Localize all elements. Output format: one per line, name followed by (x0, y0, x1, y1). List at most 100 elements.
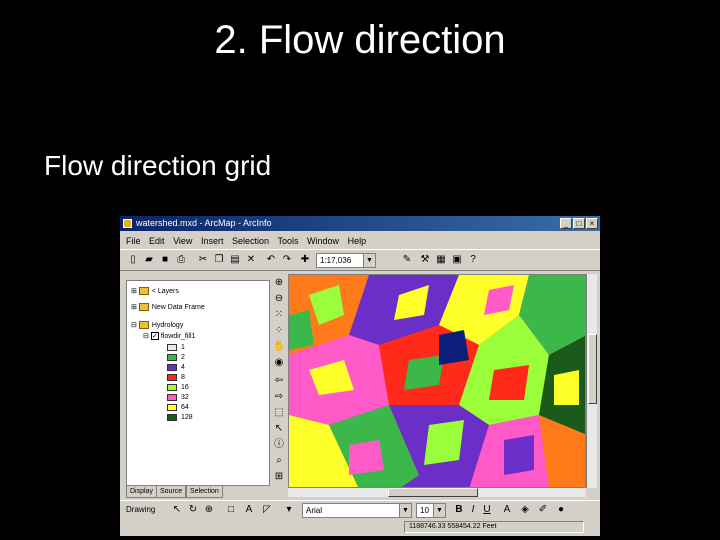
fill-color-icon[interactable]: ◈ (518, 503, 532, 517)
toc-item-flowdir[interactable]: ⊟ ✓ flowdir_fill1 (143, 332, 195, 342)
find-icon[interactable]: ⌕ (272, 454, 286, 468)
save-icon[interactable]: ■ (158, 253, 172, 267)
legend-item: 128 (167, 413, 193, 423)
flow-direction-map[interactable] (288, 274, 586, 488)
layer-visibility-checkbox[interactable]: ✓ (150, 332, 159, 341)
font-name-value: Arial (306, 506, 323, 515)
legend-item: 8 (167, 373, 185, 383)
slide-subtitle: Flow direction grid (44, 150, 272, 181)
arcmap-window: watershed.mxd - ArcMap - ArcInfo _ □ × F… (120, 216, 600, 536)
toc-item-layers[interactable]: ⊞ < Layers (131, 287, 179, 297)
chevron-down-icon[interactable]: ▼ (399, 504, 411, 517)
underline-icon[interactable]: U (480, 503, 494, 517)
undo-icon[interactable]: ↶ (264, 253, 278, 267)
minimize-button[interactable]: _ (560, 218, 572, 229)
legend-item: 4 (167, 363, 185, 373)
delete-icon[interactable]: ✕ (244, 253, 258, 267)
forward-extent-icon[interactable]: ⇨ (272, 390, 286, 404)
menu-bar: File Edit View Insert Selection Tools Wi… (120, 234, 600, 248)
menu-selection[interactable]: Selection (232, 236, 269, 246)
line-color-icon[interactable]: ✐ (536, 503, 550, 517)
zoom-out-icon[interactable]: ⊖ (272, 292, 286, 306)
close-button[interactable]: × (586, 218, 598, 229)
tab-display[interactable]: Display (126, 486, 157, 498)
slide-title: 2. Flow direction (214, 18, 506, 62)
legend-swatch (167, 363, 177, 371)
menu-tools[interactable]: Tools (278, 236, 299, 246)
italic-icon[interactable]: I (466, 503, 480, 517)
standard-toolbar: ▯ ▰ ■ ⎙ ✂ ❐ ▤ ✕ ↶ ↷ ✚ 1:17,036 ▼ ✎ ⚒ ▦ ▣… (120, 249, 600, 271)
menu-file[interactable]: File (126, 236, 141, 246)
identify-icon[interactable]: ⓘ (272, 438, 286, 452)
paste-icon[interactable]: ▤ (228, 253, 242, 267)
font-size-combo[interactable]: 10 ▼ (416, 503, 446, 518)
toc-item-hydrology[interactable]: ⊟ Hydrology (131, 321, 183, 331)
copy-icon[interactable]: ❐ (212, 253, 226, 267)
open-folder-icon[interactable]: ▰ (142, 253, 156, 267)
select-features-icon[interactable]: ⬚ (272, 406, 286, 420)
fixed-zoom-out-icon[interactable]: ⁘ (272, 324, 286, 338)
table-of-contents: ⊞ < Layers ⊞ New Data Frame ⊟ Hydrology … (126, 280, 270, 486)
rotate-icon[interactable]: ↻ (186, 503, 200, 517)
menu-edit[interactable]: Edit (149, 236, 165, 246)
tools-toolbar: ⊕ ⊖ ⁙ ⁘ ✋ ◉ ⇦ ⇨ ⬚ ↖ ⓘ ⌕ ⊞ (272, 274, 286, 494)
legend-swatch (167, 373, 177, 381)
new-document-icon[interactable]: ▯ (126, 253, 140, 267)
marker-color-icon[interactable]: ● (554, 503, 568, 517)
help-icon[interactable]: ? (466, 253, 480, 267)
horizontal-scroll-thumb[interactable] (388, 488, 478, 497)
flow-direction-raster (289, 275, 585, 487)
chevron-down-icon[interactable]: ▼ (433, 504, 445, 517)
layer-folder-icon (138, 303, 149, 312)
cut-icon[interactable]: ✂ (196, 253, 210, 267)
map-scale-value: 1:17,036 (320, 256, 352, 265)
font-color-icon[interactable]: ▾ (282, 503, 296, 517)
legend-swatch (167, 393, 177, 401)
legend-item: 1 (167, 343, 185, 353)
pan-icon[interactable]: ✋ (272, 340, 286, 354)
menu-window[interactable]: Window (307, 236, 339, 246)
select-elements-arrow-icon[interactable]: ↖ (170, 503, 184, 517)
map-scale-combo[interactable]: 1:17,036 ▼ (316, 253, 376, 268)
status-bar: 1188746.33 558454.22 Feet (120, 520, 600, 534)
catalog-icon[interactable]: ▦ (434, 253, 448, 267)
redo-icon[interactable]: ↷ (280, 253, 294, 267)
menu-view[interactable]: View (173, 236, 192, 246)
maximize-button[interactable]: □ (573, 218, 585, 229)
back-extent-icon[interactable]: ⇦ (272, 374, 286, 388)
editor-toolbar-icon[interactable]: ✎ (400, 253, 414, 267)
text-icon[interactable]: A (242, 503, 256, 517)
font-size-value: 10 (420, 506, 429, 515)
drawing-toolbar: Drawing ↖ ↻ ⊕ □ A ◸ ▾ Arial ▼ 10 ▼ B I U… (120, 500, 600, 520)
fixed-zoom-in-icon[interactable]: ⁙ (272, 308, 286, 322)
arctoolbox-icon[interactable]: ⚒ (418, 253, 432, 267)
vertical-scroll-thumb[interactable] (588, 334, 597, 404)
text-color-icon[interactable]: A (500, 503, 514, 517)
legend-swatch (167, 343, 177, 351)
rectangle-icon[interactable]: □ (224, 503, 238, 517)
chevron-down-icon[interactable]: ▼ (363, 254, 375, 267)
measure-icon[interactable]: ⊞ (272, 470, 286, 484)
map-horizontal-scrollbar[interactable] (288, 488, 586, 497)
zoom-whole-page-icon[interactable]: ⊕ (202, 503, 216, 517)
toc-item-new-data-frame[interactable]: ⊞ New Data Frame (131, 303, 205, 313)
legend-swatch (167, 383, 177, 391)
command-line-icon[interactable]: ▣ (450, 253, 464, 267)
full-extent-icon[interactable]: ◉ (272, 356, 286, 370)
legend-swatch (167, 413, 177, 421)
menu-insert[interactable]: Insert (201, 236, 224, 246)
tab-selection[interactable]: Selection (186, 486, 223, 498)
add-data-icon[interactable]: ✚ (298, 253, 312, 267)
print-icon[interactable]: ⎙ (174, 253, 188, 267)
callout-icon[interactable]: ◸ (260, 503, 274, 517)
font-name-combo[interactable]: Arial ▼ (302, 503, 412, 518)
tab-source[interactable]: Source (156, 486, 187, 498)
bold-icon[interactable]: B (452, 503, 466, 517)
drawing-menu[interactable]: Drawing (126, 505, 155, 514)
legend-item: 16 (167, 383, 189, 393)
zoom-in-icon[interactable]: ⊕ (272, 276, 286, 290)
menu-help[interactable]: Help (348, 236, 367, 246)
select-elements-icon[interactable]: ↖ (272, 422, 286, 436)
map-vertical-scrollbar[interactable] (586, 274, 597, 488)
window-titlebar[interactable]: watershed.mxd - ArcMap - ArcInfo _ □ × (120, 216, 600, 231)
